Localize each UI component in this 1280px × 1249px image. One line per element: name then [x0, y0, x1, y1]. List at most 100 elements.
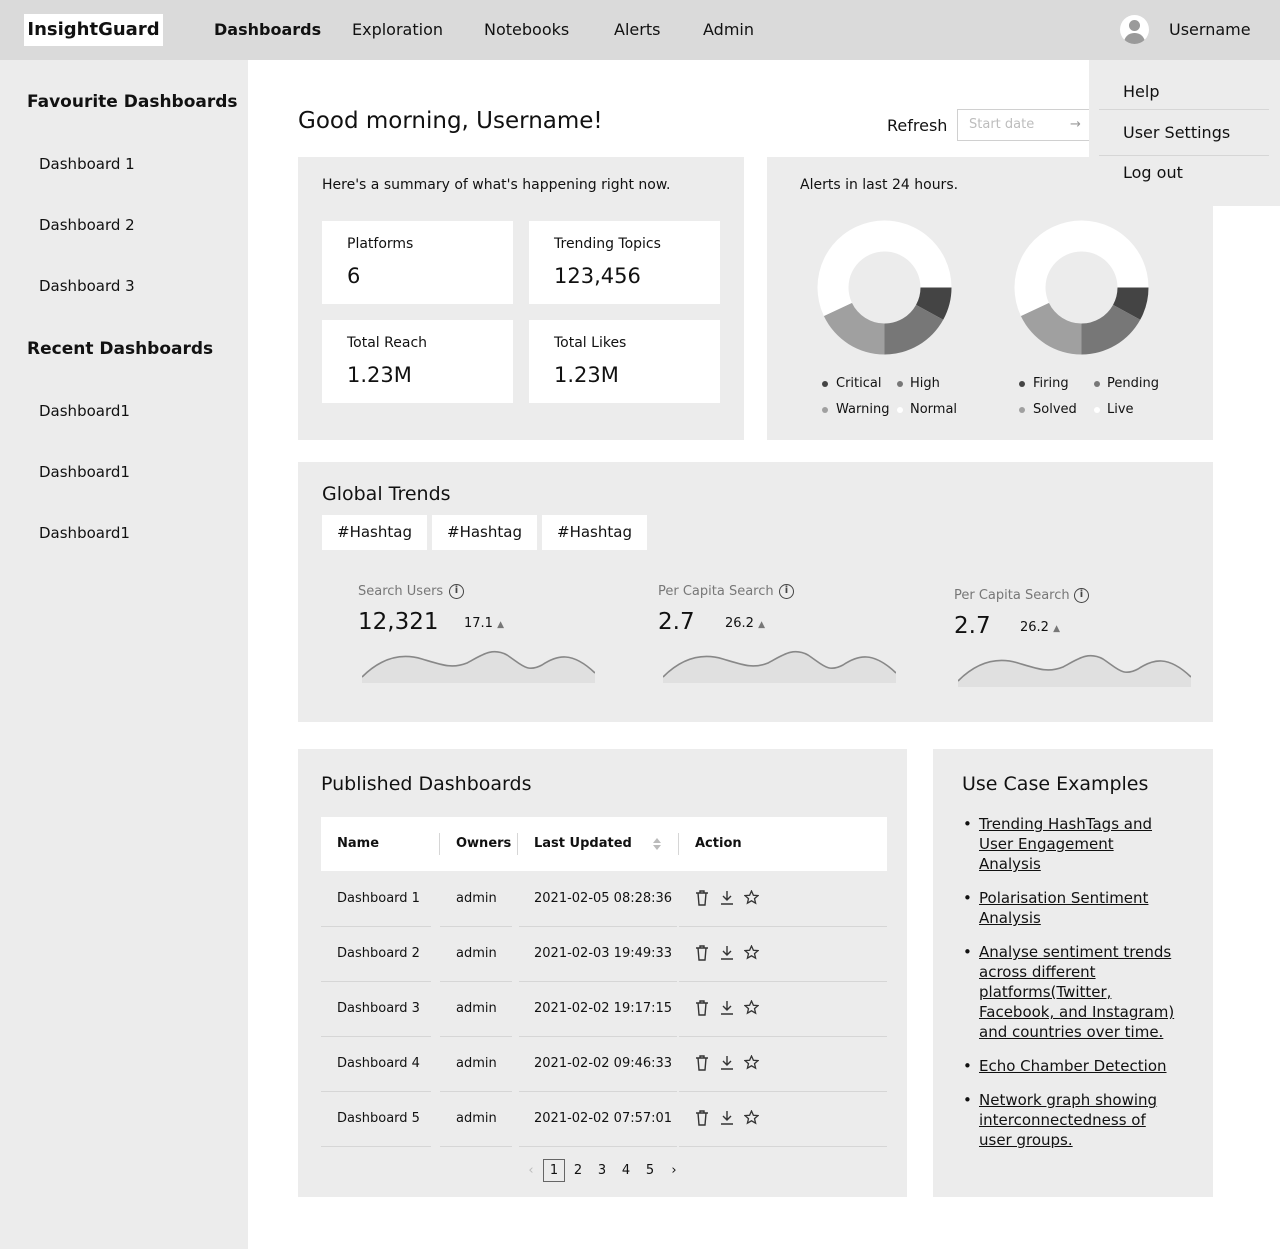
- download-icon[interactable]: [720, 1055, 734, 1071]
- cell-name[interactable]: Dashboard 4: [337, 1056, 420, 1071]
- trend-up-icon: ▲: [758, 620, 766, 630]
- row-divider: [519, 1091, 677, 1092]
- nav-exploration[interactable]: Exploration: [352, 0, 443, 60]
- row-divider: [679, 1036, 887, 1037]
- user-avatar-icon[interactable]: [1120, 15, 1149, 44]
- hashtag-chip-2[interactable]: #Hashtag: [432, 515, 537, 550]
- star-icon[interactable]: [744, 945, 759, 960]
- delete-icon[interactable]: [695, 1000, 709, 1016]
- pagination-page-1[interactable]: 1: [543, 1159, 565, 1182]
- recent-dashboards-heading: Recent Dashboards: [27, 339, 214, 359]
- use-case-link-5[interactable]: Network graph showing interconnectedness…: [979, 1091, 1157, 1149]
- download-icon[interactable]: [720, 1110, 734, 1126]
- menu-item-log-out[interactable]: Log out: [1123, 163, 1183, 182]
- row-divider: [321, 981, 431, 982]
- menu-item-help[interactable]: Help: [1123, 82, 1159, 101]
- download-icon[interactable]: [720, 1000, 734, 1016]
- row-divider: [519, 981, 677, 982]
- cell-last-updated: 2021-02-05 08:28:36: [534, 891, 673, 906]
- info-icon[interactable]: i: [449, 584, 464, 599]
- nav-alerts[interactable]: Alerts: [614, 0, 660, 60]
- download-icon[interactable]: [720, 890, 734, 906]
- column-header-last-updated[interactable]: Last Updated: [534, 817, 632, 871]
- metric-delta: 17.1 ▲: [464, 616, 505, 631]
- star-icon[interactable]: [744, 1000, 759, 1015]
- top-navigation-bar: InsightGuard Dashboards Exploration Note…: [0, 0, 1280, 60]
- pagination-page-4[interactable]: 4: [615, 1159, 637, 1182]
- cell-name[interactable]: Dashboard 2: [337, 946, 420, 961]
- sidebar-favourite-dashboard-2[interactable]: Dashboard 2: [39, 216, 135, 234]
- nav-dashboards[interactable]: Dashboards: [214, 0, 321, 60]
- column-divider: [678, 833, 679, 855]
- sidebar-recent-dashboard-2[interactable]: Dashboard1: [39, 463, 130, 481]
- row-divider: [440, 981, 512, 982]
- date-range-input[interactable]: Start date →: [957, 109, 1107, 141]
- column-divider: [439, 833, 440, 855]
- metric-delta: 26.2 ▲: [725, 616, 766, 631]
- column-header-action: Action: [695, 836, 742, 851]
- hashtag-chip-1[interactable]: #Hashtag: [322, 515, 427, 550]
- sparkline-per-capita-search-2: [958, 654, 1191, 687]
- cell-name[interactable]: Dashboard 3: [337, 1001, 420, 1016]
- row-divider: [321, 1091, 431, 1092]
- star-icon[interactable]: [744, 1110, 759, 1125]
- sort-icon[interactable]: [652, 837, 662, 851]
- row-divider: [321, 926, 431, 927]
- column-header-owners[interactable]: Owners: [456, 817, 511, 871]
- delete-icon[interactable]: [695, 945, 709, 961]
- use-case-list: Trending HashTags and User Engagement An…: [962, 814, 1177, 1164]
- download-icon[interactable]: [720, 945, 734, 961]
- delete-icon[interactable]: [695, 890, 709, 906]
- pagination-page-3[interactable]: 3: [591, 1159, 613, 1182]
- nav-admin[interactable]: Admin: [703, 0, 754, 60]
- cell-name[interactable]: Dashboard 1: [337, 891, 420, 906]
- arrow-right-icon: →: [1070, 117, 1081, 132]
- pagination-page-2[interactable]: 2: [567, 1159, 589, 1182]
- pagination-prev-icon[interactable]: ‹: [520, 1159, 542, 1182]
- user-menu-button[interactable]: Username: [1169, 0, 1251, 60]
- nav-notebooks[interactable]: Notebooks: [484, 0, 569, 60]
- pagination-page-5[interactable]: 5: [639, 1159, 661, 1182]
- hashtag-chip-3[interactable]: #Hashtag: [542, 515, 647, 550]
- legend-live: Live: [1107, 402, 1134, 417]
- info-icon[interactable]: i: [779, 584, 794, 599]
- app-logo[interactable]: InsightGuard: [24, 14, 163, 46]
- stat-label: Platforms: [347, 236, 414, 252]
- pagination-next-icon[interactable]: ›: [663, 1159, 685, 1182]
- table-header: Name Owners Last Updated Action: [321, 817, 887, 871]
- stat-label: Total Reach: [347, 335, 428, 351]
- stat-label: Total Likes: [554, 335, 627, 351]
- legend-dot-normal: [897, 407, 903, 413]
- star-icon[interactable]: [744, 890, 759, 905]
- alerts-severity-donut-chart: [817, 220, 952, 355]
- stat-value: 6: [347, 264, 361, 288]
- metric-value: 2.7: [658, 609, 695, 635]
- use-case-link-1[interactable]: Trending HashTags and User Engagement An…: [979, 815, 1152, 873]
- list-item: Analyse sentiment trends across differen…: [962, 942, 1177, 1042]
- sidebar-recent-dashboard-1[interactable]: Dashboard1: [39, 402, 130, 420]
- use-case-link-4[interactable]: Echo Chamber Detection: [979, 1057, 1167, 1075]
- stat-label: Trending Topics: [554, 236, 661, 252]
- delete-icon[interactable]: [695, 1055, 709, 1071]
- cell-name[interactable]: Dashboard 5: [337, 1111, 420, 1126]
- metric-value: 2.7: [954, 613, 991, 639]
- column-header-name[interactable]: Name: [337, 817, 379, 871]
- refresh-button[interactable]: Refresh: [887, 116, 947, 135]
- star-icon[interactable]: [744, 1055, 759, 1070]
- delete-icon[interactable]: [695, 1110, 709, 1126]
- metric-delta: 26.2 ▲: [1020, 620, 1061, 635]
- trend-up-icon: ▲: [1053, 624, 1061, 634]
- legend-dot-pending: [1094, 381, 1100, 387]
- menu-item-user-settings[interactable]: User Settings: [1123, 123, 1230, 142]
- legend-dot-solved: [1019, 407, 1025, 413]
- legend-dot-high: [897, 381, 903, 387]
- start-date-placeholder: Start date: [969, 117, 1035, 132]
- use-case-link-3[interactable]: Analyse sentiment trends across differen…: [979, 943, 1174, 1041]
- use-case-link-2[interactable]: Polarisation Sentiment Analysis: [979, 889, 1148, 927]
- sidebar-favourite-dashboard-1[interactable]: Dashboard 1: [39, 155, 135, 173]
- sidebar-favourite-dashboard-3[interactable]: Dashboard 3: [39, 277, 135, 295]
- info-icon[interactable]: i: [1074, 588, 1089, 603]
- sidebar-recent-dashboard-3[interactable]: Dashboard1: [39, 524, 130, 542]
- greeting-title: Good morning, Username!: [298, 108, 603, 134]
- cell-last-updated: 2021-02-03 19:49:33: [534, 946, 673, 961]
